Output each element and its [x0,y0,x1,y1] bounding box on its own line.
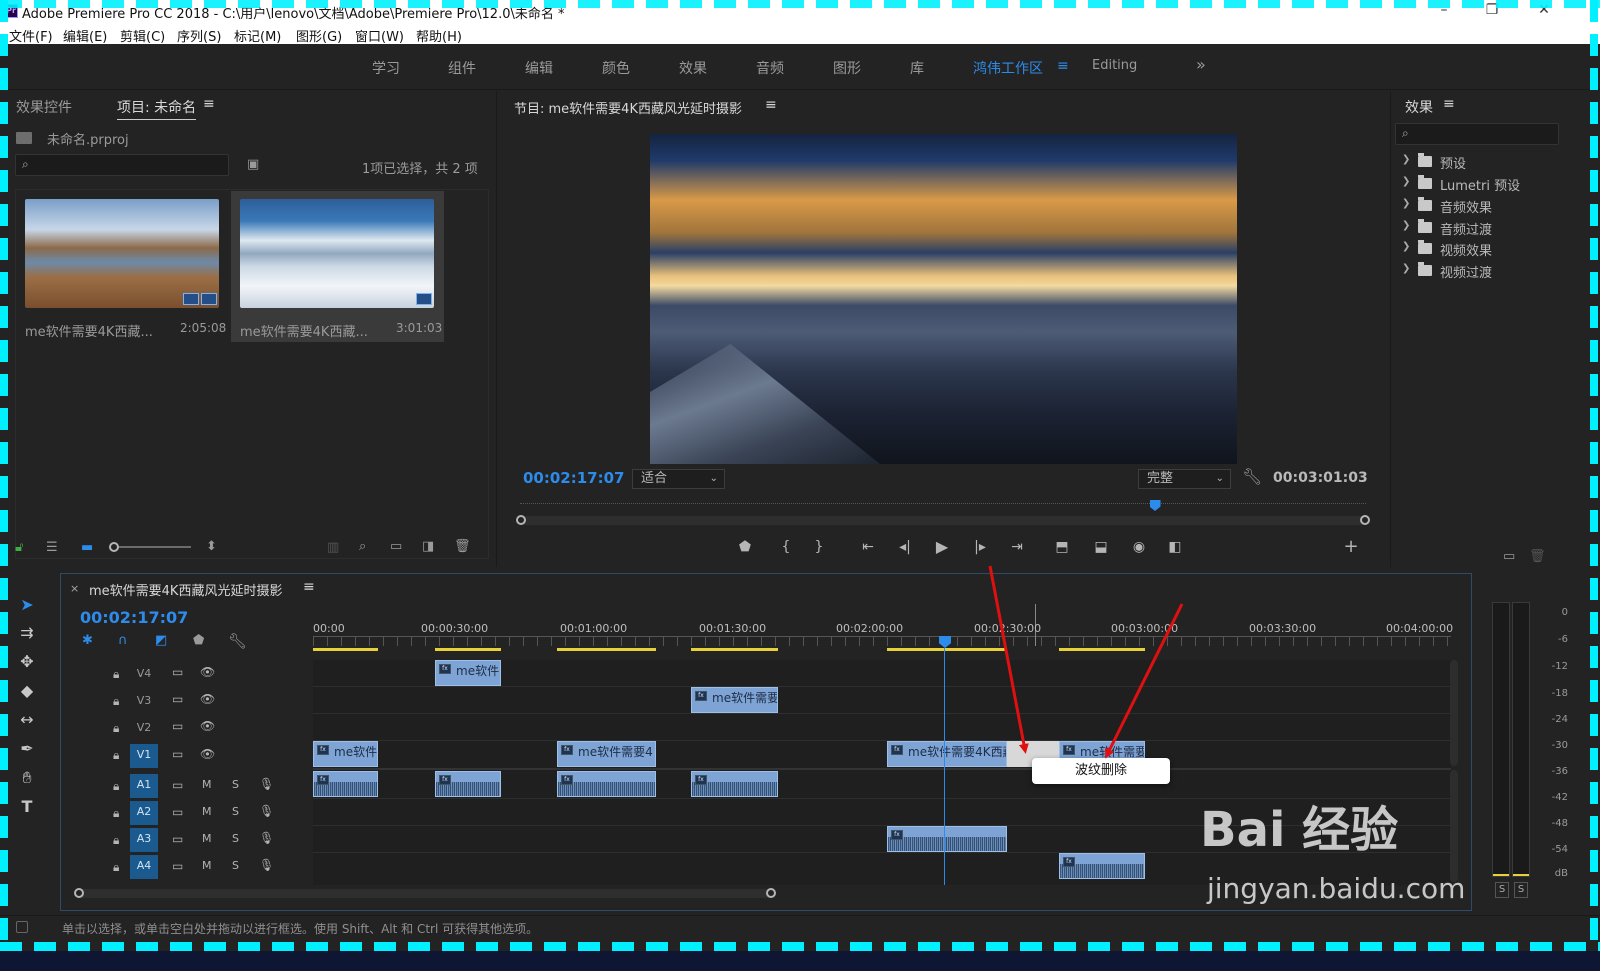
meter-scale-label: -18 [1551,688,1568,699]
status-indicator-icon [16,921,28,933]
meter-right-level [1513,874,1529,876]
meter-left [1492,602,1510,877]
meter-right [1512,602,1530,877]
status-bar: 单击以选择，或单击空白处并拖动以进行框选。使用 Shift、Alt 和 Ctrl… [0,915,1600,939]
meter-scale-label: -12 [1551,661,1568,672]
red-arrow [988,565,1029,754]
frame-border-bottom [0,942,1600,951]
meter-scale-label: -48 [1551,818,1568,829]
meter-scale-label: -54 [1551,844,1568,855]
solo-left-button[interactable]: S [1495,882,1509,898]
frame-border-left [0,0,8,971]
meter-scale-label: 0 [1561,607,1568,618]
meter-scale-label: -42 [1551,792,1568,803]
meter-scale-label: -36 [1551,766,1568,777]
taskbar-strip [0,951,1600,971]
meter-scale-label: -30 [1551,740,1568,751]
premiere-window: Pr Adobe Premiere Pro CC 2018 - C:\用户\le… [0,0,1600,971]
meter-scale-label: dB [1554,868,1568,879]
watermark-url: jingyan.baidu.com [1207,872,1466,905]
meter-scale-label: -24 [1551,714,1568,725]
red-arrow [1105,603,1184,759]
status-hint: 单击以选择，或单击空白处并拖动以进行框选。使用 Shift、Alt 和 Ctrl… [62,922,539,936]
meter-left-level [1493,874,1509,876]
watermark-brand: Bai 经验 [1200,802,1399,858]
frame-border-right [1590,0,1598,971]
frame-border-top [0,0,1600,8]
solo-right-button[interactable]: S [1514,882,1528,898]
meter-scale-label: -6 [1558,634,1568,645]
